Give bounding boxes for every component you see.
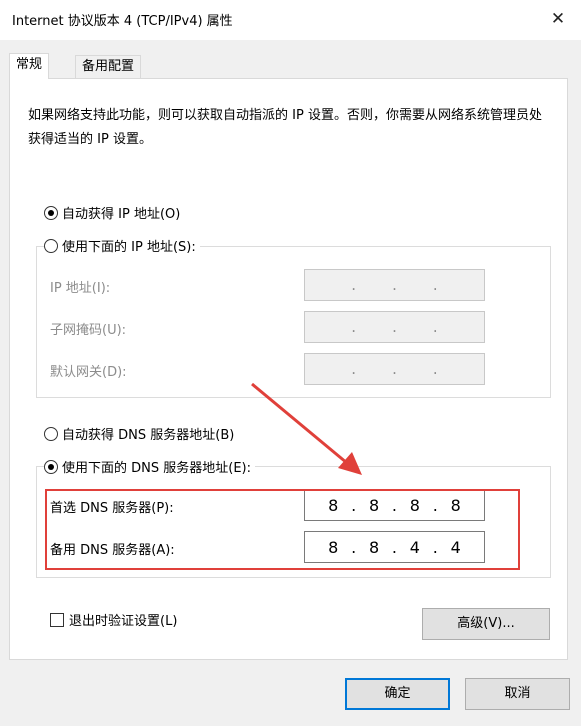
close-icon[interactable]: ✕ <box>545 6 571 32</box>
manual-ip-radio-row[interactable]: 使用下面的 IP 地址(S): <box>44 236 200 255</box>
subnet-mask-field: ... <box>304 311 485 343</box>
preferred-dns-label: 首选 DNS 服务器(P): <box>50 501 174 516</box>
auto-dns-radio-row[interactable]: 自动获得 DNS 服务器地址(B) <box>44 424 239 443</box>
auto-dns-radio[interactable] <box>44 426 58 441</box>
default-gateway-label: 默认网关(D): <box>50 365 127 380</box>
tab-general[interactable]: 常规 <box>9 53 50 79</box>
window-title: Internet 协议版本 4 (TCP/IPv4) 属性 <box>12 14 233 29</box>
title-bar: Internet 协议版本 4 (TCP/IPv4) 属性 ✕ <box>0 0 581 40</box>
ok-button[interactable]: 确定 <box>345 678 450 710</box>
alternate-dns-label: 备用 DNS 服务器(A): <box>50 543 175 558</box>
subnet-mask-label: 子网掩码(U): <box>50 323 127 338</box>
manual-dns-radio-row[interactable]: 使用下面的 DNS 服务器地址(E): <box>44 457 255 476</box>
manual-ip-radio[interactable] <box>44 238 58 253</box>
auto-ip-label: 自动获得 IP 地址(O) <box>62 207 181 222</box>
ip-address-field: ... <box>304 269 485 301</box>
cancel-button[interactable]: 取消 <box>465 678 570 710</box>
validate-on-exit-label: 退出时验证设置(L) <box>69 614 178 629</box>
default-gateway-field: ... <box>304 353 485 385</box>
auto-ip-radio-row[interactable]: 自动获得 IP 地址(O) <box>44 203 185 222</box>
validate-on-exit-row[interactable]: 退出时验证设置(L) <box>50 610 177 629</box>
ip-address-label: IP 地址(I): <box>50 281 111 296</box>
auto-dns-label: 自动获得 DNS 服务器地址(B) <box>62 428 235 443</box>
manual-dns-label: 使用下面的 DNS 服务器地址(E): <box>62 461 251 476</box>
manual-dns-radio[interactable] <box>44 459 58 474</box>
advanced-button[interactable]: 高级(V)... <box>422 608 550 640</box>
validate-on-exit-checkbox[interactable] <box>50 612 64 627</box>
auto-ip-radio[interactable] <box>44 205 58 220</box>
manual-ip-label: 使用下面的 IP 地址(S): <box>62 240 196 255</box>
tab-alternate-config[interactable]: 备用配置 <box>75 55 142 79</box>
description-text: 如果网络支持此功能，则可以获取自动指派的 IP 设置。否则，你需要从网络系统管理… <box>28 108 542 147</box>
alternate-dns-field[interactable]: 8.8.4.4 <box>304 531 485 563</box>
preferred-dns-field[interactable]: 8.8.8.8 <box>304 489 485 521</box>
